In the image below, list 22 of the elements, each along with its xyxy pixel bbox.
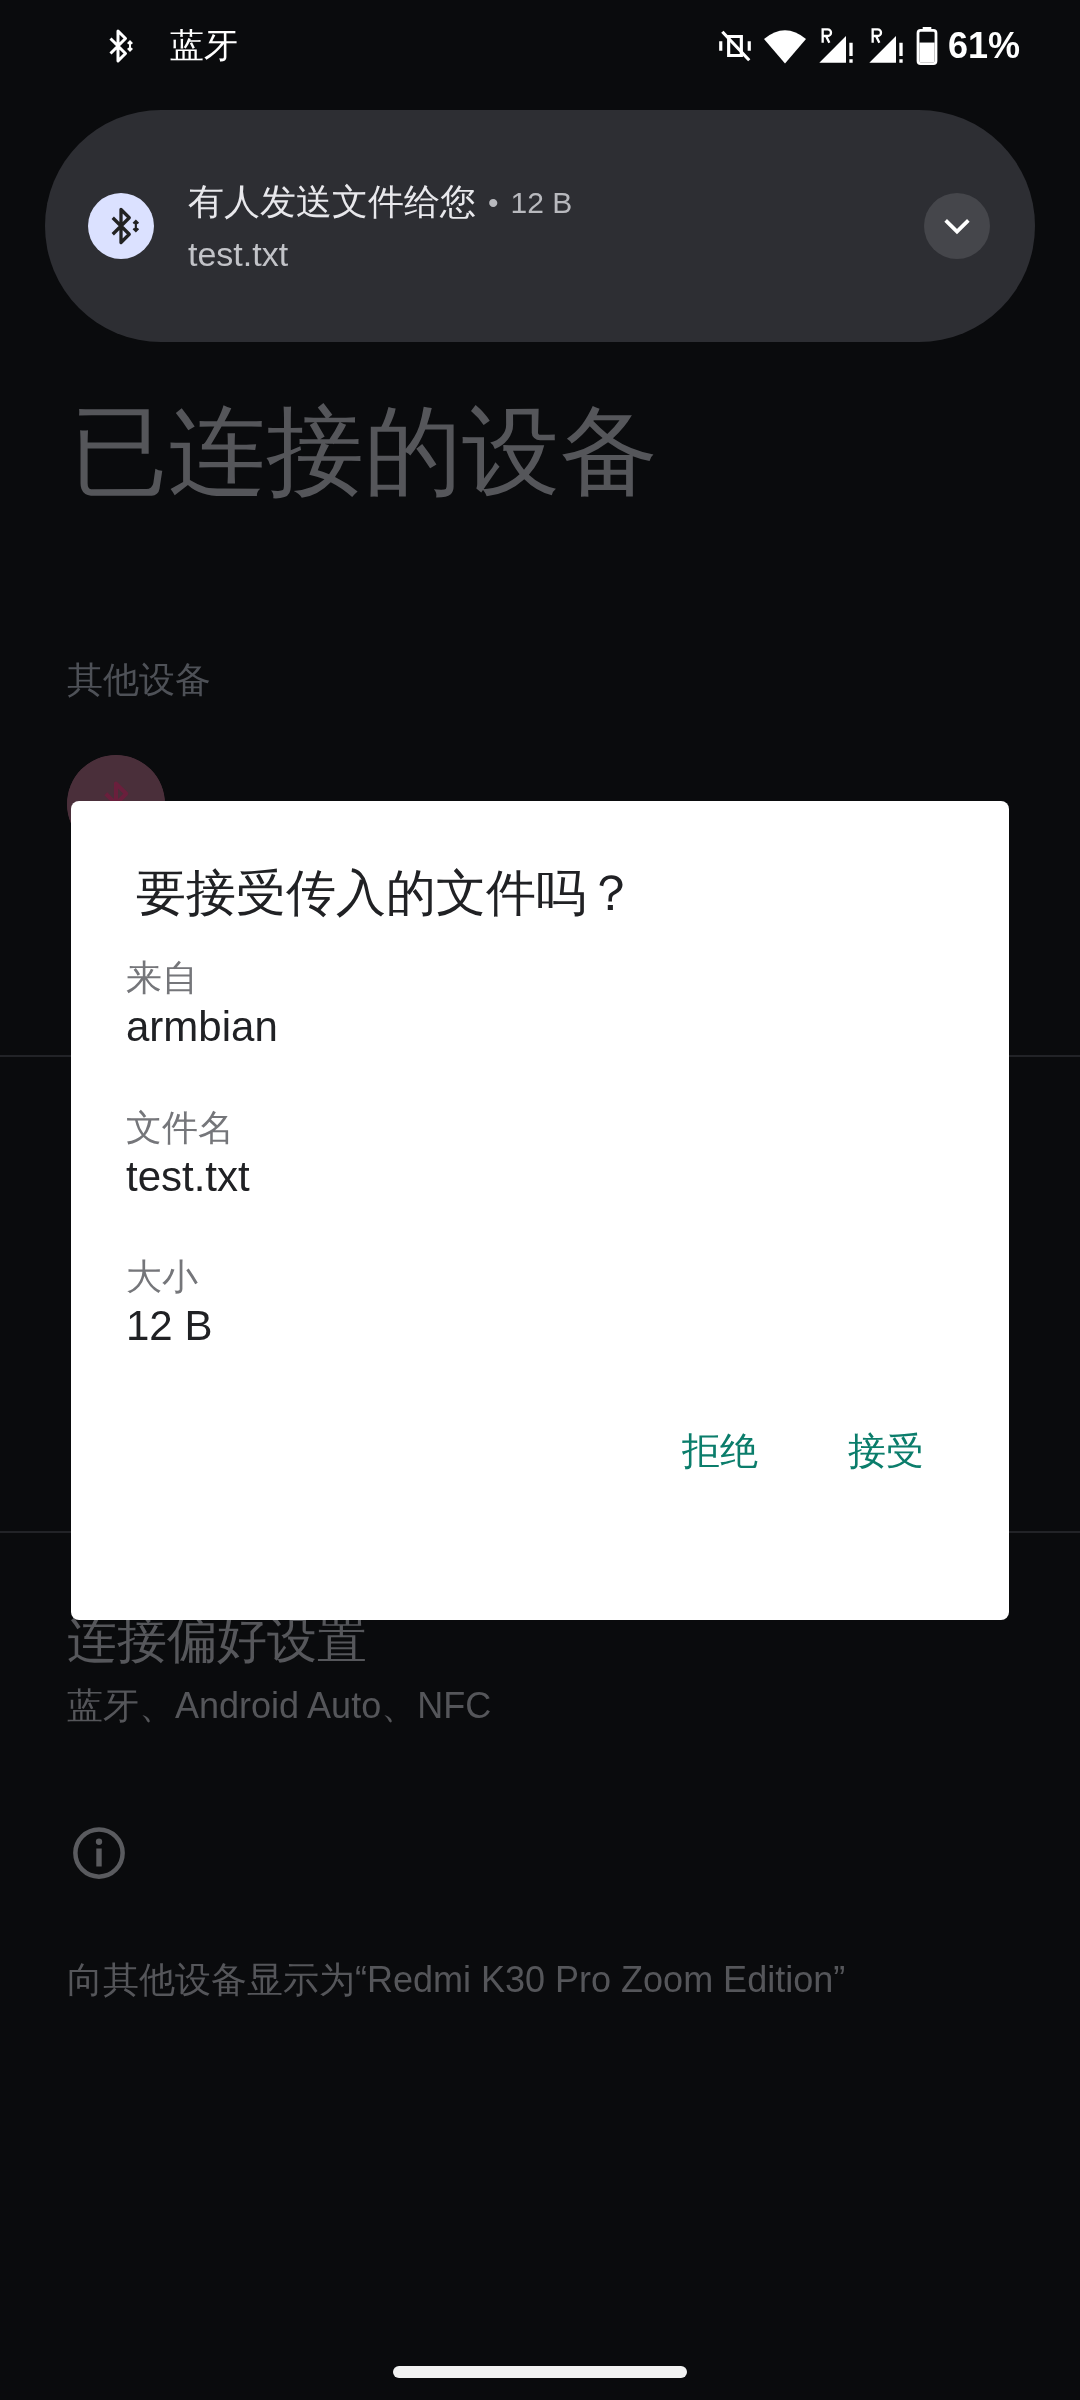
file-size: 12 B: [510, 185, 573, 220]
page-title: 已连接的设备: [70, 395, 659, 508]
dialog-title: 要接受传入的文件吗？: [136, 864, 637, 923]
field-label: 来自: [126, 956, 199, 1000]
device-name-text: 向其他设备显示为“Redmi K30 Pro Zoom Edition”: [67, 1957, 847, 2002]
field-value: test.txt: [126, 1151, 251, 1202]
preferences-subtitle: 蓝牙、Android Auto、NFC: [67, 1683, 493, 1728]
field-label: 大小: [126, 1255, 199, 1300]
info-icon: [72, 1825, 126, 1880]
field-value: 12 B: [126, 1301, 214, 1352]
field-label: 文件名: [126, 1105, 235, 1150]
bluetooth-label: 蓝牙: [170, 25, 238, 66]
battery-icon: [915, 27, 938, 65]
file-name: test.txt: [188, 235, 290, 274]
field-value: armbian: [126, 1002, 279, 1052]
decline-button[interactable]: 拒绝: [662, 1413, 778, 1489]
notification-title: 有人发送文件给您: [188, 180, 476, 224]
accept-button[interactable]: 接受: [828, 1413, 944, 1489]
separator-dot: •: [488, 185, 499, 220]
section-header: 其他设备: [67, 657, 212, 702]
wifi-icon: [763, 28, 806, 64]
battery-percentage: 61%: [947, 25, 1020, 67]
